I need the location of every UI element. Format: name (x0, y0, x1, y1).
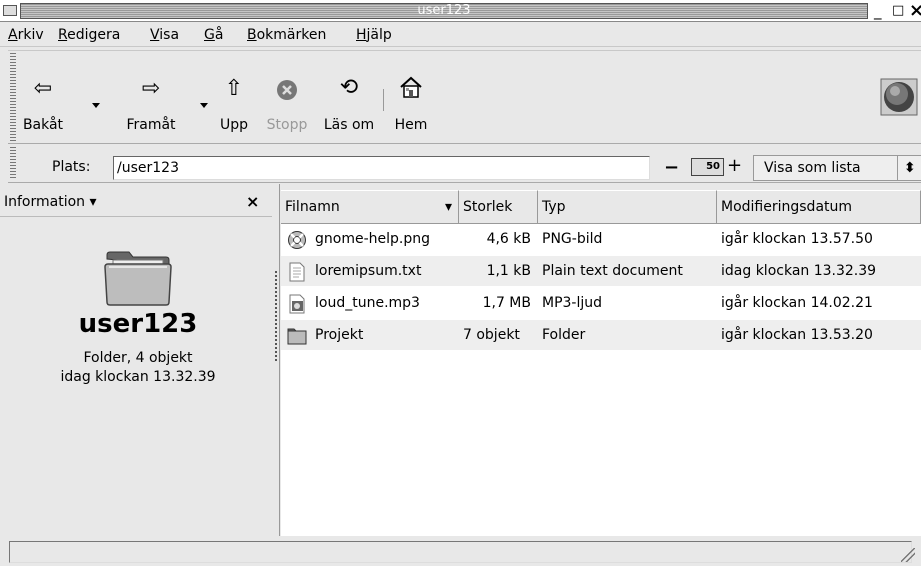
file-date: igår klockan 13.57.50 (721, 231, 873, 247)
file-type: Folder (542, 327, 586, 343)
title-bar[interactable]: user123 _ □ × (0, 0, 921, 22)
back-button[interactable]: ⇦ Bakåt (8, 51, 78, 143)
stop-button[interactable]: Stopp (260, 51, 314, 143)
view-as-value: Visa som lista (764, 160, 861, 176)
toolbar: ⇦ Bakåt ⇨ Framåt ⇧ Upp Stopp ⟲ Läs om He… (8, 50, 921, 144)
minimize-button[interactable]: _ (874, 2, 882, 20)
folder-name: user123 (78, 309, 198, 339)
stop-icon (260, 79, 314, 107)
menu-hjalp[interactable]: Hjälp (356, 27, 392, 43)
text-file-icon (289, 262, 305, 282)
file-size: 4,6 kB (486, 231, 531, 247)
file-type: MP3-ljud (542, 295, 603, 311)
location-input[interactable] (113, 156, 650, 180)
menu-arkiv[interactable]: Arkiv (8, 27, 44, 43)
status-text (9, 541, 912, 563)
sort-arrow-icon: ▾ (445, 199, 453, 215)
file-size: 1,1 kB (486, 263, 531, 279)
side-pane-close-icon[interactable]: × (246, 192, 259, 211)
file-row-loremipsum[interactable]: loremipsum.txt 1,1 kB Plain text documen… (281, 256, 921, 286)
up-button[interactable]: ⇧ Upp (211, 51, 257, 143)
zoom-level[interactable]: 50 (691, 158, 724, 176)
file-name: loud_tune.mp3 (315, 295, 420, 311)
file-row-projekt[interactable]: Projekt 7 objekt Folder igår klockan 13.… (281, 320, 921, 350)
status-bar (0, 537, 921, 566)
view-as-divider (897, 156, 898, 180)
zoom-in-icon[interactable]: + (727, 155, 742, 176)
back-arrow-icon: ⇦ (33, 76, 53, 101)
file-name: gnome-help.png (315, 231, 430, 247)
forward-arrow-icon: ⇨ (141, 76, 161, 101)
stop-label: Stopp (266, 117, 308, 133)
folder-date: idag klockan 13.32.39 (60, 369, 216, 385)
lifebuoy-icon (288, 231, 306, 249)
file-row-loud-tune[interactable]: loud_tune.mp3 1,7 MB MP3-ljud igår klock… (281, 288, 921, 318)
column-header-date[interactable]: Modifieringsdatum (717, 190, 921, 224)
file-type: PNG-bild (542, 231, 603, 247)
resize-grip-icon[interactable] (901, 548, 915, 562)
back-history-dropdown-icon[interactable] (92, 103, 100, 108)
folder-icon (287, 328, 307, 345)
reload-icon: ⟲ (339, 75, 359, 100)
forward-label: Framåt (126, 117, 176, 133)
home-icon (384, 75, 438, 105)
reload-button[interactable]: ⟲ Läs om (314, 51, 384, 143)
home-button[interactable]: Hem (384, 51, 438, 143)
file-size: 1,7 MB (482, 295, 531, 311)
file-name: Projekt (315, 327, 364, 343)
forward-button[interactable]: ⇨ Framåt (111, 51, 191, 143)
file-row-gnome-help[interactable]: gnome-help.png 4,6 kB PNG-bild igår kloc… (281, 224, 921, 254)
location-bar: Plats: − 50 + Visa som lista ⬍ (8, 145, 921, 183)
location-bar-grip[interactable] (10, 147, 16, 179)
forward-history-dropdown-icon[interactable] (200, 103, 208, 108)
file-date: igår klockan 13.53.20 (721, 327, 873, 343)
throbber-icon (880, 78, 918, 120)
menu-visa[interactable]: Visa (150, 27, 179, 43)
menu-bar: Arkiv Redigera Visa Gå Bokmärken Hjälp (0, 23, 921, 47)
file-type: Plain text document (542, 263, 683, 279)
maximize-button[interactable]: □ (892, 2, 904, 20)
file-date: idag klockan 13.32.39 (721, 263, 877, 279)
menu-ga[interactable]: Gå (204, 27, 223, 43)
window-menu-icon[interactable] (3, 5, 17, 16)
location-label: Plats: (52, 159, 91, 175)
select-arrows-icon: ⬍ (904, 160, 916, 176)
side-pane: Information ▾ × user123 Folder, 4 objekt… (0, 184, 280, 536)
column-header-type[interactable]: Typ (538, 190, 717, 224)
reload-label: Läs om (323, 117, 375, 133)
side-pane-header: Information ▾ × (0, 188, 272, 217)
file-size: 7 objekt (463, 327, 520, 343)
column-header-name[interactable]: Filnamn ▾ (281, 190, 459, 224)
window-title: user123 (417, 3, 471, 18)
menu-redigera[interactable]: Redigera (58, 27, 120, 43)
file-date: igår klockan 14.02.21 (721, 295, 873, 311)
file-list: Filnamn ▾ Storlek Typ Modifieringsdatum … (281, 190, 921, 536)
up-label: Upp (219, 117, 249, 133)
back-label: Bakåt (22, 117, 64, 133)
up-arrow-icon: ⇧ (224, 76, 244, 101)
column-header-size[interactable]: Storlek (459, 190, 538, 224)
view-as-select[interactable]: Visa som lista ⬍ (753, 155, 921, 181)
pane-resize-handle[interactable] (275, 271, 277, 361)
home-label: Hem (394, 117, 428, 133)
folder-info: Folder, 4 objekt (83, 350, 193, 366)
close-button[interactable]: × (909, 2, 921, 20)
side-pane-selector[interactable]: Information ▾ (4, 194, 97, 210)
zoom-out-icon[interactable]: − (664, 157, 679, 178)
audio-file-icon (289, 294, 305, 314)
folder-large-icon (103, 249, 173, 307)
file-name: loremipsum.txt (315, 263, 422, 279)
menu-bokmarken[interactable]: Bokmärken (247, 27, 326, 43)
